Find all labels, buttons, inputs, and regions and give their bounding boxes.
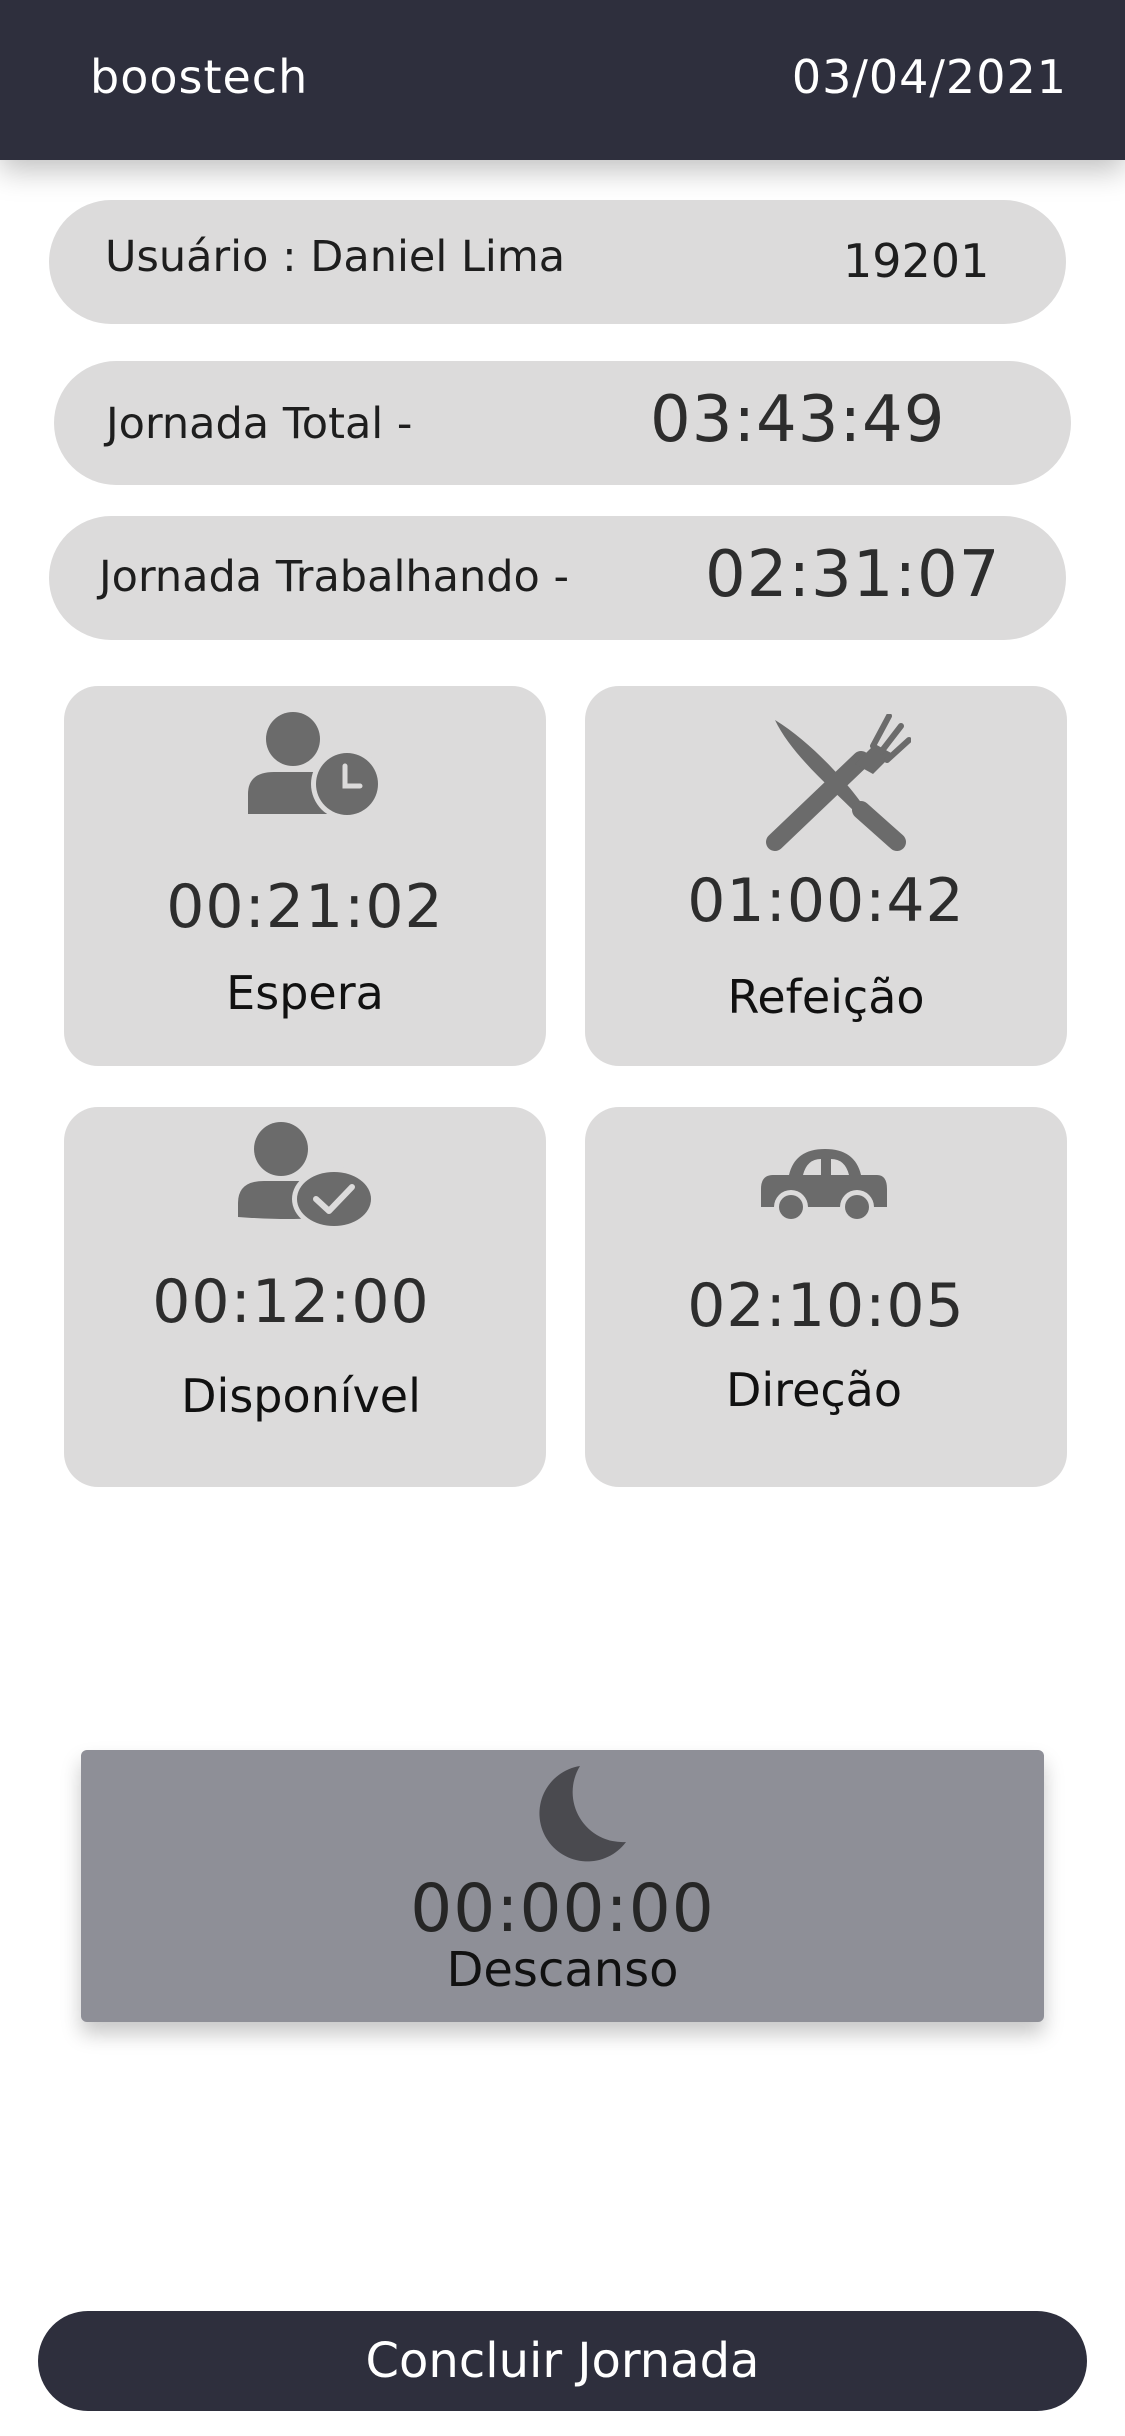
working-journey-label: Jornada Trabalhando - [99,552,570,602]
brand-name: boostech [90,50,309,104]
user-info-pill: Usuário : Daniel Lima 19201 [49,200,1066,324]
status-card-refeicao[interactable]: 01:00:42 Refeição [585,686,1067,1066]
refeicao-time: 01:00:42 [687,866,965,936]
moon-icon [539,1766,626,1862]
direcao-label: Direção [725,1363,903,1417]
working-journey-time: 02:31:07 [705,538,1001,612]
user-name-label: Usuário : Daniel Lima [105,232,566,282]
status-card-disponivel[interactable]: 00:12:00 Disponível [64,1107,546,1487]
rest-label: Descanso [446,1942,679,1998]
disponivel-time: 00:12:00 [152,1267,430,1337]
working-journey-pill: Jornada Trabalhando - 02:31:07 [49,516,1066,640]
espera-label: Espera [226,966,384,1020]
car-icon [761,1149,887,1224]
person-clock-icon [248,712,383,820]
knife-fork-icon [766,714,911,851]
espera-time: 00:21:02 [166,872,444,942]
app-header: boostech 03/04/2021 [0,0,1125,160]
rest-card[interactable]: 00:00:00 Descanso [81,1750,1044,2022]
person-check-icon [238,1122,376,1231]
finish-journey-button[interactable]: Concluir Jornada [38,2311,1087,2411]
total-journey-pill: Jornada Total - 03:43:49 [54,361,1071,485]
total-journey-time: 03:43:49 [650,383,946,457]
refeicao-label: Refeição [727,970,925,1024]
rest-time: 00:00:00 [410,1870,715,1947]
disponivel-label: Disponível [181,1369,421,1423]
user-id: 19201 [843,234,990,288]
direcao-time: 02:10:05 [687,1271,965,1341]
status-card-espera[interactable]: 00:21:02 Espera [64,686,546,1066]
total-journey-label: Jornada Total - [106,399,413,449]
status-card-direcao[interactable]: 02:10:05 Direção [585,1107,1067,1487]
current-date: 03/04/2021 [791,50,1067,104]
